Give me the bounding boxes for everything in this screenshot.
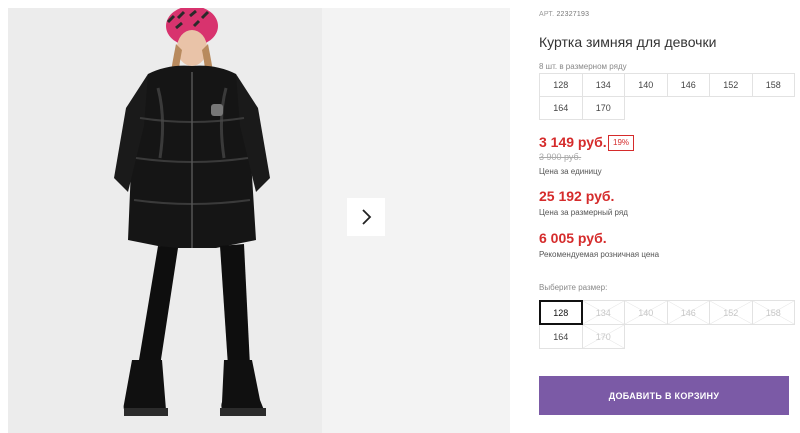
pack-size-cell: 140 xyxy=(624,73,668,97)
rrp-price-caption: Рекомендуемая розничная цена xyxy=(539,250,660,259)
product-gallery xyxy=(0,0,510,433)
pack-size-cell: 164 xyxy=(539,96,583,120)
discount-badge: 19% xyxy=(608,135,635,151)
size-option-152: 152 xyxy=(709,300,753,325)
article-value: 22327193 xyxy=(556,11,590,18)
gallery-next-button[interactable] xyxy=(347,198,385,236)
pack-size-cell: 128 xyxy=(539,73,583,97)
unit-price-caption: Цена за единицу xyxy=(539,167,602,176)
article-number: АРТ. 22327193 xyxy=(539,11,589,18)
size-option-170: 170 xyxy=(581,324,625,349)
jacket-photo-illustration xyxy=(8,8,322,433)
rrp-price: 6 005 руб. xyxy=(539,230,607,246)
article-label: АРТ. xyxy=(539,11,555,18)
pack-size-label: 8 шт. в размерном ряду xyxy=(539,62,627,71)
pack-size-cell: 158 xyxy=(751,73,795,97)
product-photo[interactable] xyxy=(8,8,322,433)
pack-size-cell: 134 xyxy=(581,73,625,97)
product-title: Куртка зимняя для девочки xyxy=(539,34,717,50)
pack-size-cell: 146 xyxy=(666,73,710,97)
row-price: 25 192 руб. xyxy=(539,188,615,204)
size-option-158: 158 xyxy=(751,300,795,325)
unit-price: 3 149 руб. xyxy=(539,134,607,150)
size-picker-grid: 128 134 140 146 152 158 164 170 xyxy=(539,300,795,349)
choose-size-label: Выберите размер: xyxy=(539,283,608,292)
size-option-146: 146 xyxy=(666,300,710,325)
size-option-128[interactable]: 128 xyxy=(539,300,583,325)
size-option-140: 140 xyxy=(624,300,668,325)
row-price-caption: Цена за размерный ряд xyxy=(539,208,628,217)
pack-size-cell: 152 xyxy=(709,73,753,97)
add-to-cart-button[interactable]: ДОБАВИТЬ В КОРЗИНУ xyxy=(539,376,789,415)
old-price: 3 900 руб. xyxy=(539,152,582,162)
size-option-164[interactable]: 164 xyxy=(539,324,583,349)
size-option-134: 134 xyxy=(581,300,625,325)
pack-sizes-grid: 128 134 140 146 152 158 164 170 xyxy=(539,73,795,120)
pack-size-cell: 170 xyxy=(581,96,625,120)
chevron-right-icon xyxy=(362,209,372,225)
